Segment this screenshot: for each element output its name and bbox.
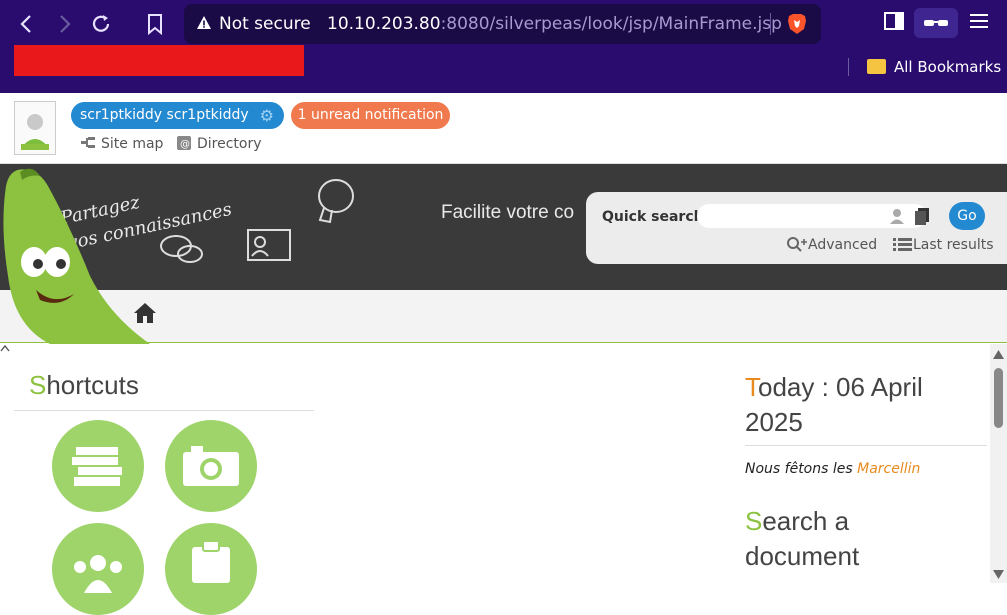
people-icon	[74, 555, 122, 593]
directory-icon: @	[177, 136, 191, 150]
svg-text:@: @	[180, 139, 190, 150]
shortcut-media[interactable]	[165, 420, 257, 512]
search-title-line2: document	[745, 541, 860, 571]
shortcut-books[interactable]	[52, 420, 144, 512]
quick-search-panel: Quick search Go Advanced Last results	[586, 192, 1007, 264]
collapse-arrow-icon[interactable]	[0, 344, 10, 352]
scrollbar-thumb[interactable]	[994, 368, 1003, 428]
shortcuts-divider	[14, 410, 314, 411]
browser-chrome: Not secure 10.10.203.80:8080/silverpeas/…	[0, 0, 1007, 93]
avatar[interactable]	[14, 101, 56, 155]
lightbulb-icon	[318, 179, 354, 224]
feast-of-day: Nous fêtons les Marcellin	[745, 461, 920, 477]
private-window-icon[interactable]	[914, 8, 958, 38]
shortcuts-title: Shortcuts	[29, 370, 139, 401]
gear-icon[interactable]: ⚙	[260, 102, 274, 129]
today-title-rest: oday : 06 April	[758, 372, 923, 402]
contact-card-icon	[247, 229, 291, 261]
address-bar[interactable]: Not secure 10.10.203.80:8080/silverpeas/…	[184, 4, 821, 44]
warning-icon	[197, 16, 211, 29]
feast-prefix: Nous fêtons les	[745, 461, 858, 477]
url-text: 10.10.203.80:8080/silverpeas/look/jsp/Ma…	[327, 14, 782, 34]
top-user-bar: scr1ptkiddy scr1ptkiddy ⚙ 1 unread notif…	[0, 93, 1007, 164]
notifications-button[interactable]: 1 unread notification	[291, 102, 450, 129]
mascot-illustration	[3, 168, 150, 344]
advanced-label: Advanced	[808, 237, 878, 253]
not-secure-label: Not secure	[219, 14, 311, 34]
scrollbar[interactable]	[990, 344, 1007, 583]
magnifier-plus-icon	[787, 237, 807, 252]
directory-link[interactable]: @ Directory	[177, 136, 262, 152]
menu-icon[interactable]	[968, 10, 990, 36]
search-title-rest: earch a	[762, 506, 850, 536]
scroll-up-icon[interactable]	[993, 350, 1004, 359]
bookmarks-divider	[848, 58, 849, 76]
banner: Partagez vos connaissances Facilite votr…	[0, 164, 1007, 290]
back-icon[interactable]	[13, 10, 41, 38]
user-menu-button[interactable]: scr1ptkiddy scr1ptkiddy ⚙	[71, 102, 284, 129]
go-button[interactable]: Go	[949, 202, 985, 230]
search-document-title: Search a document	[745, 504, 975, 574]
quick-search-label: Quick search	[602, 209, 704, 225]
forward-icon[interactable]	[50, 10, 78, 38]
shortcuts-title-rest: hortcuts	[46, 370, 139, 400]
url-path: :8080/silverpeas/look/jsp/MainFrame.jsp	[440, 14, 782, 34]
directory-label: Directory	[197, 136, 262, 152]
all-bookmarks-link[interactable]: All Bookmarks	[894, 58, 1001, 76]
user-search-icon[interactable]	[888, 207, 906, 225]
search-title-initial: S	[745, 506, 763, 536]
today-title: Today : 06 April 2025	[745, 370, 975, 440]
user-name: scr1ptkiddy scr1ptkiddy	[80, 107, 249, 123]
reload-icon[interactable]	[87, 10, 115, 38]
camera-icon	[183, 446, 239, 486]
banner-slogan-3: Facilite votre co	[441, 202, 575, 223]
url-divider	[770, 13, 771, 35]
documents-icon[interactable]	[913, 207, 931, 225]
chat-bubbles-icon	[160, 235, 203, 263]
advanced-search-link[interactable]: Advanced	[786, 236, 877, 253]
url-host: 10.10.203.80	[327, 14, 441, 34]
list-icon	[893, 238, 912, 251]
folder-icon	[867, 59, 886, 74]
clipboard-icon	[192, 540, 230, 583]
shortcuts-title-initial: S	[29, 370, 47, 400]
bookmark-icon[interactable]	[141, 10, 169, 38]
site-map-link[interactable]: Site map	[81, 136, 163, 152]
scroll-down-icon[interactable]	[993, 570, 1004, 579]
today-title-line2: 2025	[745, 407, 803, 437]
books-icon	[72, 447, 122, 486]
feast-name-link[interactable]: Marcellin	[857, 461, 920, 477]
last-results-label: Last results	[913, 237, 994, 253]
sidebar-icon[interactable]	[883, 10, 905, 36]
site-map-label: Site map	[101, 136, 164, 152]
today-divider	[745, 445, 987, 446]
redacted-bookmarks	[14, 45, 304, 76]
brave-shield-icon[interactable]	[787, 13, 807, 35]
shortcut-community[interactable]	[52, 523, 144, 615]
shortcut-tasks[interactable]	[165, 523, 257, 615]
today-title-initial: T	[745, 372, 758, 402]
site-map-icon	[81, 137, 95, 148]
last-results-link[interactable]: Last results	[893, 236, 994, 253]
